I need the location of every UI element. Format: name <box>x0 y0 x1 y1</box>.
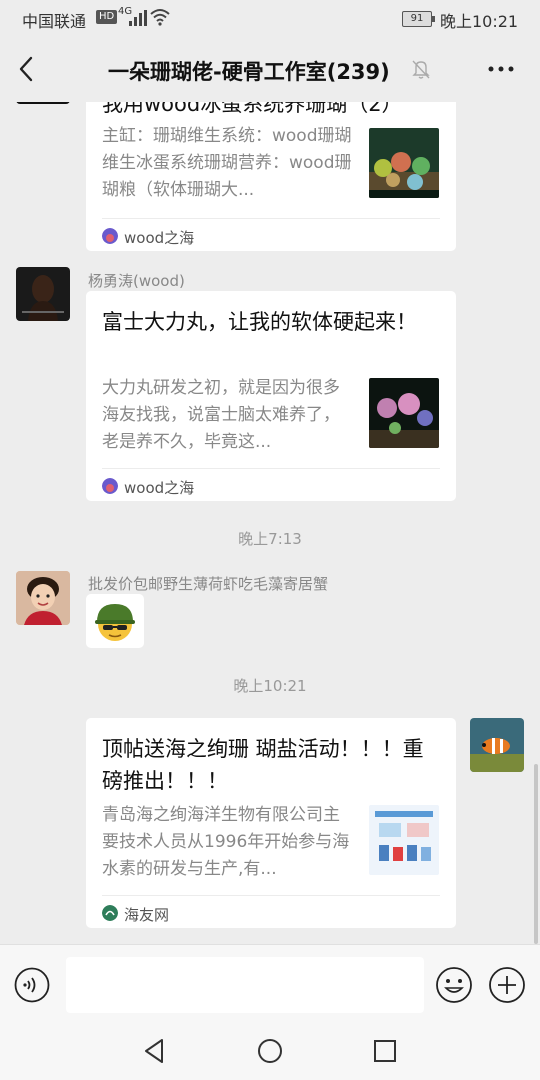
wifi-icon <box>150 9 170 26</box>
system-nav-bar <box>0 1024 540 1080</box>
avatar-image <box>22 275 64 321</box>
more-options-icon[interactable] <box>486 58 516 80</box>
status-bar: 中国联通 HD 4G 91 晚上10:21 <box>0 0 540 36</box>
avatar-image <box>16 571 70 625</box>
source-avatar-icon <box>102 478 118 494</box>
nav-home-icon[interactable] <box>255 1036 285 1066</box>
card-divider <box>102 895 440 896</box>
card-thumbnail <box>369 128 439 198</box>
source-logo-icon <box>102 905 118 921</box>
nav-recents-icon[interactable] <box>370 1036 400 1066</box>
input-bar <box>0 944 540 1025</box>
card-divider <box>102 218 440 219</box>
card-thumbnail <box>369 378 439 448</box>
card-source: wood之海 <box>124 479 195 497</box>
scrollbar[interactable] <box>534 764 538 944</box>
carrier-name: 中国联通 <box>22 12 87 31</box>
chat-area[interactable]: 我用wood冰蛋系统养珊瑚（2） 主缸：珊瑚维生系统：wood珊瑚维生冰蛋系统珊… <box>0 102 540 944</box>
card-description: 大力丸研发之初，就是因为很多海友找我，说富士脑太难养了，老是养不久，毕竟这... <box>102 378 340 452</box>
sender-avatar[interactable] <box>16 102 70 104</box>
message-timestamp: 晚上10:21 <box>233 677 307 695</box>
card-title: 顶帖送海之绚珊 瑚盐活动！！！重磅推出！！！ <box>102 737 424 793</box>
signal-icon <box>129 10 147 26</box>
sender-name: 杨勇涛(wood) <box>88 272 185 290</box>
emoji-icon[interactable] <box>435 966 473 1004</box>
card-description: 主缸：珊瑚维生系统：wood珊瑚维生冰蛋系统珊瑚营养：wood珊瑚粮（软体珊瑚大… <box>102 126 352 200</box>
card-title: 我用wood冰蛋系统养珊瑚（2） <box>102 102 403 116</box>
nav-back-icon[interactable] <box>140 1036 170 1066</box>
add-attachment-icon[interactable] <box>488 966 526 1004</box>
card-divider <box>102 468 440 469</box>
my-avatar[interactable] <box>470 718 524 772</box>
sticker-message[interactable] <box>86 594 144 648</box>
link-card[interactable]: 我用wood冰蛋系统养珊瑚（2） 主缸：珊瑚维生系统：wood珊瑚维生冰蛋系统珊… <box>86 102 456 251</box>
avatar-image <box>470 718 524 772</box>
mute-bell-icon <box>412 60 430 79</box>
card-title: 富士大力丸，让我的软体硬起来！ <box>102 310 417 334</box>
link-card[interactable]: 富士大力丸，让我的软体硬起来！ 大力丸研发之初，就是因为很多海友找我，说富士脑太… <box>86 291 456 501</box>
chat-header: 一朵珊瑚佬-硬骨工作室(239) <box>0 36 540 102</box>
link-card[interactable]: 顶帖送海之绚珊 瑚盐活动！！！重磅推出！！！ 青岛海之绚海洋生物有限公司主要技术… <box>86 718 456 928</box>
back-arrow-icon[interactable] <box>14 54 40 84</box>
sender-avatar[interactable] <box>16 571 70 625</box>
card-thumbnail <box>369 805 439 875</box>
card-description: 青岛海之绚海洋生物有限公司主要技术人员从1996年开始参与海水素的研发与生产,有… <box>102 805 350 879</box>
sender-avatar[interactable] <box>16 267 70 321</box>
soldier-emoji-icon <box>95 604 135 641</box>
source-avatar-icon <box>102 228 118 244</box>
card-source: 海友网 <box>124 906 170 924</box>
sender-name: 批发价包邮野生薄荷虾吃毛藻寄居蟹 <box>88 575 329 593</box>
card-source: wood之海 <box>124 229 195 247</box>
voice-input-icon[interactable] <box>14 967 50 1003</box>
battery-icon: 91 <box>402 11 435 27</box>
clock: 晚上10:21 <box>440 12 519 31</box>
chat-title: 一朵珊瑚佬-硬骨工作室(239) <box>108 60 390 84</box>
message-timestamp: 晚上7:13 <box>238 530 302 548</box>
hd-badge: HD <box>96 10 118 24</box>
message-input[interactable] <box>66 957 424 1013</box>
